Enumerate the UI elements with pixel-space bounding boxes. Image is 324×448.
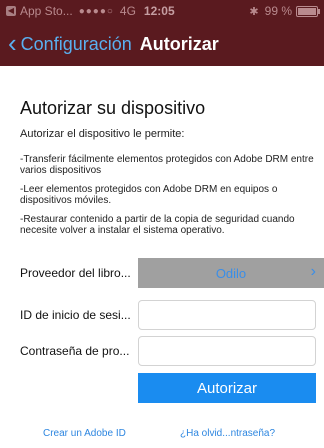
provider-value: Odilo: [215, 265, 247, 281]
navigation-bar: ‹ Configuración Autorizar: [0, 22, 324, 66]
section-subtitle: Autorizar el dispositivo le permite:: [20, 128, 185, 140]
benefit-transfer: -Transferir fácilmente elementos protegi…: [20, 154, 314, 176]
status-bar: ◀ App Sto... ●●●●○ 4G 12:05 ✱ 99 %: [0, 0, 324, 22]
clock: 12:05: [143, 4, 175, 18]
network-type: 4G: [119, 4, 136, 18]
app-store-icon: ◀: [6, 6, 16, 16]
provider-row: Proveedor del libro... Odilo ›: [0, 258, 324, 288]
battery-percentage: 99 %: [264, 4, 292, 18]
create-adobe-id-link[interactable]: Crear un Adobe ID: [43, 428, 126, 439]
provider-select[interactable]: Odilo ›: [138, 258, 324, 288]
page-title: Autorizar: [139, 33, 219, 54]
section-title: Autorizar su dispositivo: [20, 98, 206, 118]
chevron-right-icon: ›: [310, 263, 316, 280]
battery-fill: [298, 7, 316, 15]
battery-icon: [296, 5, 320, 17]
benefit-read: -Leer elementos protegidos con Adobe DRM…: [20, 184, 278, 206]
login-id-input[interactable]: [138, 300, 316, 330]
benefit-restore: -Restaurar contenido a partir de la copi…: [20, 214, 295, 236]
password-input[interactable]: [138, 336, 316, 366]
back-app-label: App Sto...: [20, 4, 73, 18]
signal-strength-icon: ●●●●○: [78, 5, 114, 17]
back-to-app[interactable]: ◀ App Sto...: [6, 4, 73, 18]
password-label: Contraseña de pro...: [20, 344, 130, 358]
bluetooth-icon: ✱: [249, 5, 259, 18]
login-id-label: ID de inicio de sesi...: [20, 308, 131, 322]
back-button[interactable]: ‹ Configuración: [8, 28, 132, 58]
back-button-label: Configuración: [20, 33, 132, 54]
status-right: ✱ 99 %: [249, 4, 320, 18]
authorize-button[interactable]: Autorizar: [138, 373, 316, 403]
password-row: Contraseña de pro...: [0, 336, 324, 366]
chevron-left-icon: ‹: [8, 28, 17, 58]
provider-label: Proveedor del libro...: [20, 266, 131, 280]
forgot-password-link[interactable]: ¿Ha olvid...ntraseña?: [180, 428, 275, 439]
login-id-row: ID de inicio de sesi...: [0, 300, 324, 330]
